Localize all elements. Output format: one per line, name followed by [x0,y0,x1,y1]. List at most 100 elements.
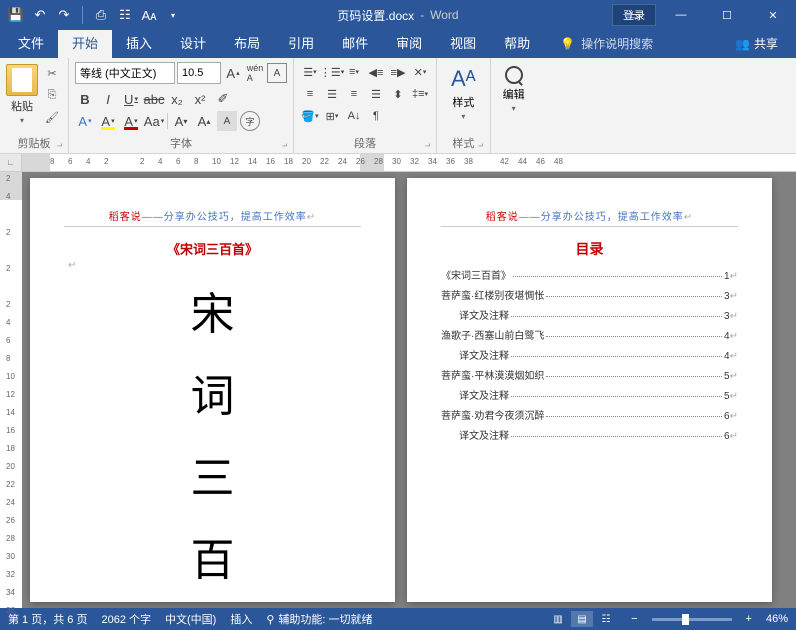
tab-review[interactable]: 审阅 [382,27,436,58]
text-effects-icon[interactable]: A▾ [75,111,95,131]
char-border-icon[interactable]: A [267,63,287,83]
format-painter-icon[interactable]: 🖌 [42,108,62,126]
group-font: A▴ wénA A B I U▾ abc x₂ x² ✐ A▾ A▾ A▾ Aa… [69,58,294,153]
subscript-button[interactable]: x₂ [167,89,187,109]
distribute-icon[interactable]: ⬍ [388,84,408,104]
styles-btn-label: 样式 [452,94,474,110]
horizontal-ruler[interactable]: ∟ 86422468101214161820222426283032343638… [0,154,796,172]
align-right-icon[interactable]: ≡ [344,84,364,104]
editing-label: 编辑 [503,86,525,102]
toc-item[interactable]: 渔歌子·西塞山前白鹭飞4↵ [441,327,738,342]
qat-icon-3[interactable]: Aᴀ [141,7,157,23]
multilevel-icon[interactable]: ≡▾ [344,62,364,82]
enclose-char-icon[interactable]: 字 [240,111,260,131]
tab-layout[interactable]: 布局 [220,27,274,58]
clear-format-icon[interactable]: ✐ [213,89,233,109]
change-case-icon[interactable]: Aa▾ [144,111,164,131]
borders-icon[interactable]: ⊞▾ [322,106,342,126]
tab-references[interactable]: 引用 [274,27,328,58]
toc-item[interactable]: 译文及注释6↵ [441,427,738,442]
toc-item[interactable]: 菩萨蛮·平林漠漠烟如织5↵ [441,367,738,382]
page-2[interactable]: 稻客说——分享办公技巧，提高工作效率↵ 目录 《宋词三百首》1↵ 菩萨蛮·红楼别夜… [407,178,772,602]
zoom-out-button[interactable]: − [631,613,637,625]
shrink-font-icon[interactable]: A▾ [171,111,191,131]
decrease-indent-icon[interactable]: ◀≡ [366,62,386,82]
numbering-icon[interactable]: ⋮☰▾ [322,62,342,82]
shading-icon[interactable]: 🪣▾ [300,106,320,126]
increase-indent-icon[interactable]: ≡▶ [388,62,408,82]
tab-insert[interactable]: 插入 [112,27,166,58]
zoom-level[interactable]: 46% [766,613,788,625]
paragraph-label: 段落 [300,133,430,151]
qat-dropdown-icon[interactable]: ▾ [165,7,181,23]
editing-button[interactable]: 编辑 ▾ [497,62,531,117]
styles-icon: Aᴬ [451,66,476,92]
show-marks-icon[interactable]: ¶ [366,106,386,126]
title-bar: 💾 ↶ ↷ ⎙ ☷ Aᴀ ▾ 页码设置.docx - Word 登录 ▭ — ☐… [0,0,796,30]
styles-button[interactable]: Aᴬ 样式 ▾ [443,62,484,125]
tab-view[interactable]: 视图 [436,27,490,58]
find-icon [505,66,523,84]
toc-item[interactable]: 《宋词三百首》1↵ [441,267,738,282]
page-1[interactable]: 稻客说——分享办公技巧，提高工作效率↵ 《宋词三百首》 ↵ 宋词三百首 [30,178,395,602]
toc-title: 目录 [441,239,738,259]
align-center-icon[interactable]: ☰ [322,84,342,104]
group-clipboard: 粘贴 ▾ ✂ ⎘ 🖌 剪贴板 [0,58,69,153]
underline-button[interactable]: U▾ [121,89,141,109]
copy-icon[interactable]: ⎘ [42,86,62,104]
share-icon: 👥 [735,37,750,51]
bold-button[interactable]: B [75,89,95,109]
tab-selector[interactable]: ∟ [0,154,22,171]
char-shading-icon[interactable]: A [217,111,237,131]
lightbulb-icon: 💡 [560,37,575,51]
chevron-down-icon: ▾ [512,104,516,113]
window-title: 页码设置.docx - Word [337,7,458,24]
zoom-in-button[interactable]: + [746,613,752,625]
share-button[interactable]: 👥 共享 [729,29,784,58]
close-icon[interactable]: ✕ [750,0,796,30]
font-name-select[interactable] [75,62,175,84]
sort-icon[interactable]: A↓ [344,106,364,126]
redo-icon[interactable]: ↷ [56,7,72,23]
toc-item[interactable]: 菩萨蛮·劝君今夜须沉醉6↵ [441,407,738,422]
phonetic-guide-icon[interactable]: wénA [245,63,265,83]
grow-font-icon[interactable]: A▴ [223,63,243,83]
justify-icon[interactable]: ☰ [366,84,386,104]
tab-home[interactable]: 开始 [58,27,112,58]
tab-mailings[interactable]: 邮件 [328,27,382,58]
filename: 页码设置.docx [337,7,414,24]
qat-icon-2[interactable]: ☷ [117,7,133,23]
toc-item[interactable]: 译文及注释5↵ [441,387,738,402]
ribbon-options-icon[interactable]: ▭ [612,0,658,30]
zoom-slider[interactable] [652,618,732,621]
tab-design[interactable]: 设计 [166,27,220,58]
tab-help[interactable]: 帮助 [490,27,544,58]
line-spacing-icon[interactable]: ‡≡▾ [410,84,430,104]
strikethrough-button[interactable]: abc [144,89,164,109]
cut-icon[interactable]: ✂ [42,64,62,82]
italic-button[interactable]: I [98,89,118,109]
tab-file[interactable]: 文件 [4,27,58,58]
toc-item[interactable]: 菩萨蛮·红楼别夜堪惆怅3↵ [441,287,738,302]
font-size-select[interactable] [177,62,221,84]
align-left-icon[interactable]: ≡ [300,84,320,104]
header-brand: 稻客说 [109,212,142,223]
header-dash: —— [519,212,541,223]
qat-icon-1[interactable]: ⎙ [93,7,109,23]
bullets-icon[interactable]: ☰▾ [300,62,320,82]
superscript-button[interactable]: x² [190,89,210,109]
grow-font-icon-2[interactable]: A▴ [194,111,214,131]
vertical-ruler[interactable]: 242224681012141618202224262830323436 [0,172,22,608]
maximize-icon[interactable]: ☐ [704,0,750,30]
save-icon[interactable]: 💾 [8,7,24,23]
toc-item[interactable]: 译文及注释4↵ [441,347,738,362]
highlight-button[interactable]: A▾ [98,111,118,131]
minimize-icon[interactable]: — [658,0,704,30]
asian-layout-icon[interactable]: ✕▾ [410,62,430,82]
font-color-button[interactable]: A▾ [121,111,141,131]
toc-item[interactable]: 译文及注释3↵ [441,307,738,322]
undo-icon[interactable]: ↶ [32,7,48,23]
tell-me-search[interactable]: 💡 操作说明搜索 [554,29,659,58]
paste-button[interactable]: 粘贴 ▾ [6,62,38,133]
page-header: 稻客说——分享办公技巧，提高工作效率↵ [441,208,738,227]
